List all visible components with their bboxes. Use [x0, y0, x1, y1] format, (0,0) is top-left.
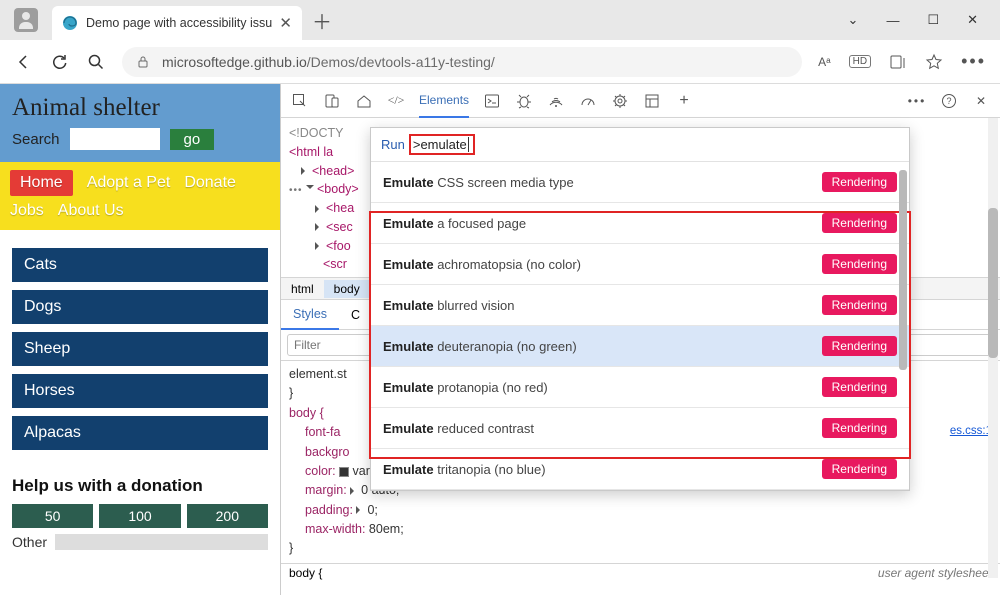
cat-alpacas[interactable]: Alpacas [12, 416, 268, 450]
crumb-html[interactable]: html [281, 280, 324, 298]
command-row[interactable]: Emulate deuteranopia (no green)Rendering [371, 326, 909, 367]
tab-title: Demo page with accessibility issu [86, 16, 272, 30]
profile-avatar[interactable] [14, 8, 38, 32]
command-row[interactable]: Emulate CSS screen media typeRendering [371, 162, 909, 203]
rendering-badge: Rendering [822, 377, 897, 397]
network-icon[interactable] [547, 92, 565, 110]
go-button[interactable]: go [170, 129, 215, 150]
command-row[interactable]: Emulate blurred visionRendering [371, 285, 909, 326]
devtools-tabs: </> Elements + ••• ? ✕ [281, 84, 1000, 118]
tab-close-icon[interactable]: ✕ [279, 14, 292, 32]
donation-heading: Help us with a donation [12, 476, 268, 496]
nav-about[interactable]: About Us [58, 202, 124, 220]
refresh-button[interactable] [50, 52, 70, 72]
hd-icon[interactable]: HD [849, 55, 871, 68]
run-label: Run [381, 137, 405, 152]
command-row[interactable]: Emulate achromatopsia (no color)Renderin… [371, 244, 909, 285]
command-row[interactable]: Emulate protanopia (no red)Rendering [371, 367, 909, 408]
browser-tab[interactable]: Demo page with accessibility issu ✕ [52, 6, 302, 40]
nav-jobs[interactable]: Jobs [10, 202, 44, 220]
close-button[interactable]: ✕ [967, 12, 978, 28]
nav-home[interactable]: Home [10, 170, 73, 196]
edge-icon [62, 15, 78, 31]
tab-styles[interactable]: Styles [281, 300, 339, 330]
console-icon[interactable] [483, 92, 501, 110]
rendering-badge: Rendering [822, 336, 897, 356]
minimize-button[interactable]: — [886, 13, 899, 28]
amt-100[interactable]: 100 [99, 504, 180, 528]
cat-dogs[interactable]: Dogs [12, 290, 268, 324]
memory-icon[interactable] [611, 92, 629, 110]
url-path: /Demos/devtools-a11y-testing/ [307, 54, 495, 70]
collections-icon[interactable] [889, 53, 907, 71]
rendering-badge: Rendering [822, 418, 897, 438]
source-link[interactable]: es.css:1 [950, 423, 992, 441]
more-icon[interactable]: ••• [961, 51, 986, 72]
uas-label: user agent stylesheet [878, 566, 992, 580]
devtools-scrollbar[interactable] [988, 118, 998, 578]
rendering-badge: Rendering [822, 459, 897, 479]
cat-sheep[interactable]: Sheep [12, 332, 268, 366]
plus-icon[interactable]: + [675, 92, 693, 110]
maximize-button[interactable]: ☐ [927, 12, 939, 28]
search-icon[interactable] [86, 52, 106, 72]
search-label: Search [12, 131, 60, 148]
titlebar: Demo page with accessibility issu ✕ ＋ ⌄ … [0, 0, 1000, 40]
rendering-badge: Rendering [822, 254, 897, 274]
app-icon[interactable] [643, 92, 661, 110]
amt-200[interactable]: 200 [187, 504, 268, 528]
cat-cats[interactable]: Cats [12, 248, 268, 282]
site-title: Animal shelter [12, 94, 268, 122]
url-host: microsoftedge.github.io [162, 54, 307, 70]
rendering-badge: Rendering [822, 213, 897, 233]
other-input[interactable] [55, 534, 268, 550]
search-input[interactable] [70, 128, 160, 150]
inspect-icon[interactable] [291, 92, 309, 110]
site-header: Animal shelter Search go [0, 84, 280, 162]
lock-icon [136, 55, 150, 69]
command-row[interactable]: Emulate reduced contrastRendering [371, 408, 909, 449]
perf-icon[interactable] [579, 92, 597, 110]
user-agent-row: body { user agent stylesheet [281, 563, 1000, 583]
crumb-body[interactable]: body [324, 280, 370, 298]
other-label: Other [12, 534, 47, 550]
command-input-row: Run >emulate [371, 128, 909, 162]
chevron-down-icon[interactable]: ⌄ [848, 12, 859, 28]
welcome-icon[interactable] [355, 92, 373, 110]
help-icon[interactable]: ? [940, 92, 958, 110]
rendering-badge: Rendering [822, 172, 897, 192]
command-menu: Run >emulate Emulate CSS screen media ty… [370, 127, 910, 491]
back-button[interactable] [14, 52, 34, 72]
nav-donate[interactable]: Donate [184, 174, 236, 192]
address-bar[interactable]: microsoftedge.github.io/Demos/devtools-a… [122, 47, 802, 77]
browser-toolbar: microsoftedge.github.io/Demos/devtools-a… [0, 40, 1000, 84]
cat-horses[interactable]: Horses [12, 374, 268, 408]
page-body: Animal shelter Search go ••• Home Adopt … [0, 84, 280, 595]
amt-50[interactable]: 50 [12, 504, 93, 528]
uas-selector: body { [289, 566, 322, 580]
command-row[interactable]: Emulate tritanopia (no blue)Rendering [371, 449, 909, 490]
new-tab-button[interactable]: ＋ [312, 6, 332, 35]
devtools-close-icon[interactable]: ✕ [972, 92, 990, 110]
nav-adopt[interactable]: Adopt a Pet [87, 174, 171, 192]
svg-text:?: ? [946, 96, 951, 106]
site-nav: ••• Home Adopt a Pet Donate Jobs About U… [0, 162, 280, 230]
command-input[interactable]: >emulate [409, 134, 475, 155]
tab-computed[interactable]: C [339, 304, 372, 326]
command-list: Emulate CSS screen media typeRenderingEm… [371, 162, 909, 490]
sources-icon[interactable]: </> [387, 92, 405, 110]
bug-icon[interactable] [515, 92, 533, 110]
reader-mode-icon[interactable]: Aᵃ [818, 55, 830, 69]
devtools-more-icon[interactable]: ••• [908, 92, 926, 110]
favorite-icon[interactable] [925, 53, 943, 71]
window-buttons: ⌄ — ☐ ✕ [848, 12, 1000, 28]
tab-elements[interactable]: Elements [419, 84, 469, 118]
rendering-badge: Rendering [822, 295, 897, 315]
command-row[interactable]: Emulate a focused pageRendering [371, 203, 909, 244]
device-icon[interactable] [323, 92, 341, 110]
